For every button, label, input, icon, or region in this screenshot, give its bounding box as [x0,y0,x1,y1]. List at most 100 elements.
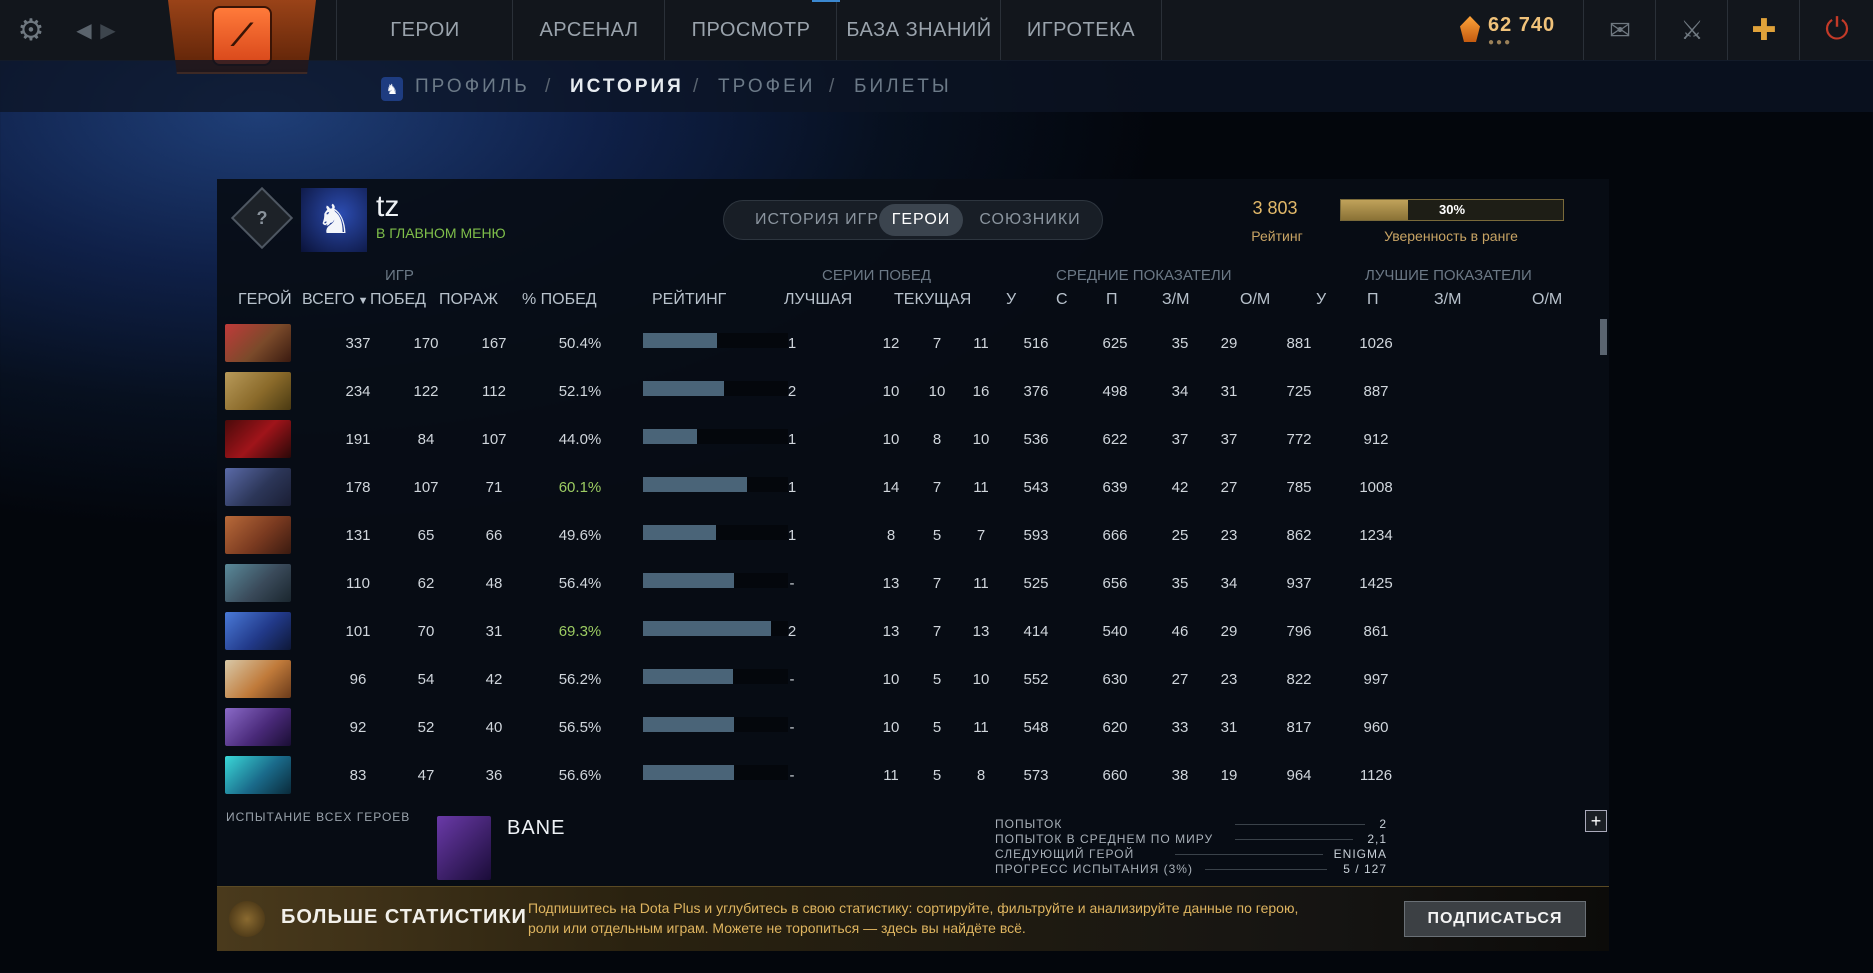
challenge-expand-button[interactable]: + [1585,810,1607,832]
cell-avg-k: 10 [882,431,900,448]
table-row[interactable]: 96544256.2%6-105105526302723822997 [220,656,1600,698]
rank-confidence-value: 30% [1438,202,1466,217]
hero-portrait[interactable] [225,372,291,410]
subscribe-button[interactable]: ПОДПИСАТЬСЯ [1404,901,1586,937]
nav-arsenal[interactable]: АРСЕНАЛ [512,0,665,60]
cell-avg-d: 8 [932,431,942,448]
cell-avg-k: 8 [886,527,896,544]
col-avg-gpm[interactable]: З/М [1162,291,1189,309]
cell-winrate: 69.3% [558,623,602,640]
subnav-trophies[interactable]: ТРОФЕИ [718,76,815,98]
tab-heroes[interactable]: ГЕРОИ [879,204,963,236]
rating-bar [643,573,788,588]
col-avg-xpm[interactable]: О/М [1240,291,1270,309]
cell-wins: 52 [417,719,435,736]
rating-bar-fill [643,381,725,396]
table-row[interactable]: 23412211252.1%821010163764983431725887 [220,368,1600,410]
currency-display[interactable]: 62 740 ●●● [1460,0,1580,60]
rating-bar-fill [643,621,771,636]
table-row[interactable]: 1781077160.1%1311471154363942277851008 [220,464,1600,506]
cell-avg-d: 5 [932,671,942,688]
player-avatar: ♞ [301,188,367,252]
challenge-attempts-value: 2 [1379,817,1387,831]
challenge-label: ИСПЫТАНИЕ ВСЕХ ГЕРОЕВ [226,810,411,824]
rating-value: 3 803 [1252,198,1298,218]
table-row[interactable]: 83473656.6%8-115857366038199641126 [220,752,1600,794]
cell-total: 92 [349,719,367,736]
subnav-profile[interactable]: ПРОФИЛЬ [415,76,530,98]
rank-unknown-glyph: ? [256,207,268,228]
challenge-world-average-value: 2,1 [1367,832,1387,846]
cell-wins: 47 [417,767,435,784]
table-scrollbar[interactable] [1600,319,1607,355]
cell-avg-a: 10 [972,671,990,688]
table-row[interactable]: 92524056.5%9-105115486203331817960 [220,704,1600,746]
col-avg-assists[interactable]: П [1106,291,1118,309]
tab-allies[interactable]: СОЮЗНИКИ [964,201,1096,239]
col-hero[interactable]: ГЕРОЙ [238,291,292,309]
col-best-assists[interactable]: П [1367,291,1379,309]
currency-value: 62 740 [1488,14,1556,36]
stats-tabs: ИСТОРИЯ ИГР ГЕРОИ СОЮЗНИКИ [723,200,1103,240]
nav-knowledge-base[interactable]: БАЗА ЗНАНИЙ [836,0,1001,60]
back-arrow-icon[interactable]: ◀ [74,0,94,60]
subnav-history[interactable]: ИСТОРИЯ [570,76,684,98]
hero-portrait[interactable] [225,324,291,362]
hero-portrait[interactable] [225,516,291,554]
cell-wins: 70 [417,623,435,640]
dota-plus-icon[interactable]: ✚ [1727,0,1800,60]
col-total[interactable]: ВСЕГО ▼ [302,291,369,309]
cell-best-xpm: 887 [1363,383,1389,400]
col-best-streak[interactable]: ЛУЧШАЯ [784,291,852,309]
nav-arcade[interactable]: ИГРОТЕКА [1000,0,1162,60]
mail-icon[interactable]: ✉ [1583,0,1656,60]
challenge-progress-value: 5 / 127 [1343,862,1387,876]
tab-match-history[interactable]: ИСТОРИЯ ИГР [732,201,902,239]
col-losses[interactable]: ПОРАЖ [439,291,498,309]
cell-best-xpm: 1425 [1359,575,1393,592]
power-icon[interactable]: ⏻ [1799,0,1873,60]
cell-losses: 66 [485,527,503,544]
hero-portrait[interactable] [225,660,291,698]
cell-wins: 84 [417,431,435,448]
challenge-next-hero-label: СЛЕДУЮЩИЙ ГЕРОЙ [995,847,1135,861]
col-best-gpm[interactable]: З/М [1434,291,1461,309]
table-row[interactable]: 101703169.3%82137134145404629796861 [220,608,1600,650]
hero-portrait[interactable] [225,564,291,602]
col-winrate[interactable]: % ПОБЕД [522,291,597,309]
col-best-xpm[interactable]: О/М [1532,291,1562,309]
rating-bar [643,381,788,396]
cell-avg-a: 16 [972,383,990,400]
col-current-streak[interactable]: ТЕКУЩАЯ [894,291,971,309]
table-row[interactable]: 131656649.6%6185759366625238621234 [220,512,1600,554]
challenge-world-average: ПОПЫТОК В СРЕДНЕМ ПО МИРУ 2,1 [995,832,1387,846]
nav-watch[interactable]: ПРОСМОТР [664,0,837,60]
subnav-tickets[interactable]: БИЛЕТЫ [854,76,952,98]
cell-avg-k: 10 [882,383,900,400]
cell-avg-gpm: 543 [1023,479,1049,496]
hero-portrait[interactable] [225,420,291,458]
forward-arrow-icon[interactable]: ▶ [98,0,118,60]
table-row[interactable]: 33717016750.4%1011271151662535298811026 [220,320,1600,362]
cell-best-k: 27 [1171,671,1189,688]
cell-best-gpm: 964 [1286,767,1312,784]
cell-best-k: 38 [1171,767,1189,784]
cell-best-xpm: 960 [1363,719,1389,736]
hero-portrait[interactable] [225,756,291,794]
table-row[interactable]: 1918410744.0%51108105366223737772912 [220,416,1600,458]
cell-total: 191 [345,431,371,448]
col-best-kills[interactable]: У [1316,291,1326,309]
col-wins[interactable]: ПОБЕД [370,291,426,309]
hero-portrait[interactable] [225,468,291,506]
armory-icon[interactable]: ⚔ [1655,0,1728,60]
nav-heroes[interactable]: ГЕРОИ [336,0,513,60]
profile-avatar-icon[interactable]: ♞ [381,77,403,101]
col-avg-deaths[interactable]: С [1056,291,1068,309]
hero-portrait[interactable] [225,708,291,746]
col-rating[interactable]: РЕЙТИНГ [652,291,726,309]
col-avg-kills[interactable]: У [1006,291,1016,309]
cell-avg-a: 11 [973,719,989,736]
hero-portrait[interactable] [225,612,291,650]
gear-icon[interactable]: ⚙ [14,0,48,60]
table-row[interactable]: 110624856.4%10-1371152565635349371425 [220,560,1600,602]
